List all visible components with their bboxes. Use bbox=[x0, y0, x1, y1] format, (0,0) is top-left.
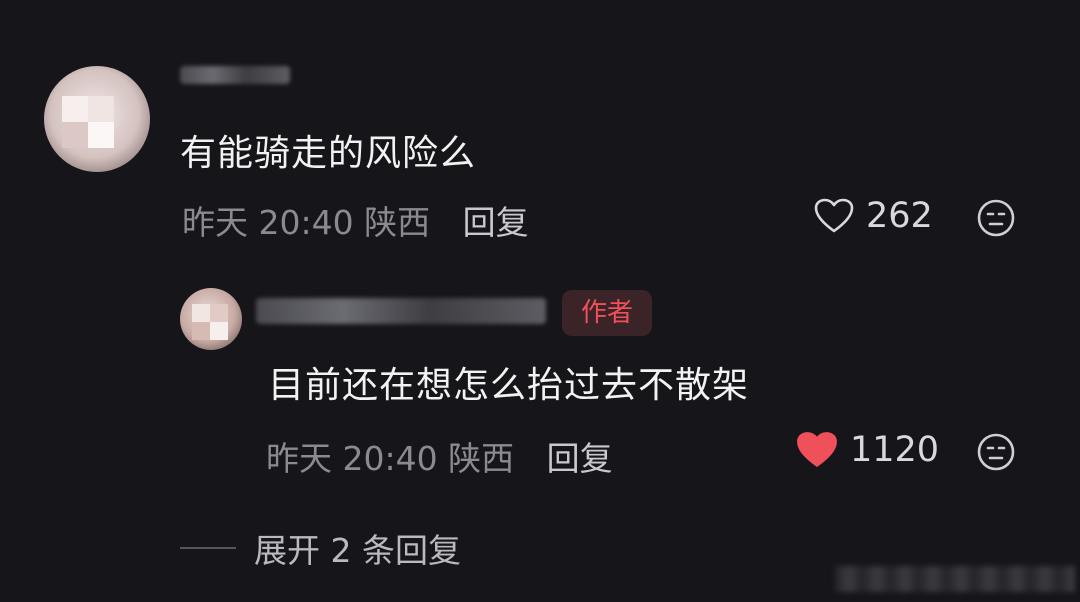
reply-meta: 昨天 20:40 陕西 回复 bbox=[266, 432, 613, 480]
reply-like-button[interactable]: 1120 bbox=[796, 430, 939, 470]
comment-reply-button[interactable]: 回复 bbox=[463, 203, 529, 242]
heart-filled-icon bbox=[797, 432, 837, 467]
reply-reply-button[interactable]: 回复 bbox=[547, 439, 613, 478]
reply-time-location: 昨天 20:40 陕西 bbox=[266, 439, 515, 478]
reply-like-count: 1120 bbox=[850, 430, 940, 470]
neutral-face-icon[interactable] bbox=[976, 198, 1016, 238]
neutral-face-icon[interactable] bbox=[976, 432, 1016, 472]
expand-divider bbox=[180, 547, 236, 549]
reply-username[interactable] bbox=[256, 298, 546, 324]
heart-icon bbox=[814, 198, 854, 233]
watermark bbox=[835, 566, 1075, 592]
reply-avatar[interactable] bbox=[180, 288, 242, 350]
reply-text: 目前还在想怎么抬过去不散架 bbox=[268, 365, 750, 406]
expand-replies-button[interactable]: 展开 2 条回复 bbox=[180, 524, 461, 572]
comment-time-location: 昨天 20:40 陕西 bbox=[182, 203, 431, 242]
comment-meta: 昨天 20:40 陕西 回复 bbox=[182, 196, 529, 244]
comment-avatar[interactable] bbox=[44, 66, 150, 172]
comment-username[interactable] bbox=[180, 66, 290, 84]
comment-like-button[interactable]: 262 bbox=[814, 196, 933, 236]
expand-replies-label: 展开 2 条回复 bbox=[254, 531, 461, 570]
comment-like-count: 262 bbox=[866, 196, 933, 236]
author-badge: 作者 bbox=[562, 290, 652, 336]
comment-text: 有能骑走的风险么 bbox=[180, 133, 477, 174]
